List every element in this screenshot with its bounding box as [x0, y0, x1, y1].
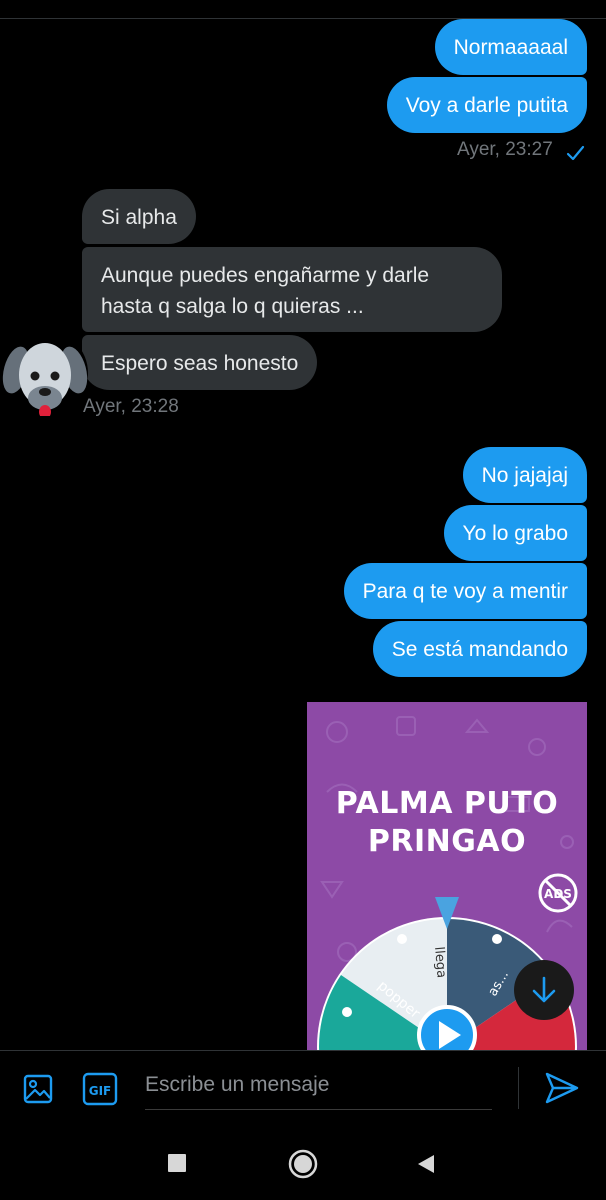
composer-divider — [518, 1067, 519, 1109]
message-line: Aunque puedes engañarme y darle — [101, 264, 430, 287]
message-timestamp: Ayer, 23:27 — [457, 139, 553, 160]
send-icon[interactable] — [544, 1071, 580, 1105]
svg-text:llega: llega — [431, 946, 449, 979]
message-input[interactable]: Escribe un mensaje — [145, 1069, 492, 1110]
outgoing-message[interactable]: Normaaaaal — [434, 19, 587, 75]
media-title-line-1: PALMA PUTO — [335, 786, 559, 821]
scroll-to-bottom-button[interactable] — [514, 960, 574, 1020]
outgoing-message[interactable]: Voy a darle putita — [386, 77, 587, 133]
home-circle-icon[interactable] — [287, 1148, 319, 1180]
recents-square-icon[interactable] — [166, 1152, 188, 1174]
avatar[interactable] — [2, 330, 88, 416]
incoming-message[interactable]: Espero seas honesto — [82, 335, 318, 390]
media-title-line-2: PRINGAO — [367, 824, 527, 859]
message-timestamp: Ayer, 23:28 — [83, 396, 179, 417]
outgoing-message[interactable]: Yo lo grabo — [443, 505, 587, 561]
outgoing-message[interactable]: Para q te voy a mentir — [343, 563, 587, 619]
incoming-message[interactable]: Aunque puedes engañarme y darle hasta q … — [82, 247, 502, 332]
image-icon[interactable] — [22, 1073, 54, 1105]
arrow-down-icon — [532, 976, 556, 1003]
message-composer: GIF Escribe un mensaje — [0, 1050, 606, 1141]
gif-button[interactable]: GIF — [82, 1072, 118, 1106]
message-line: hasta q salga lo q quieras ... — [101, 295, 364, 318]
system-navigation-bar — [0, 1140, 606, 1200]
svg-text:GIF: GIF — [89, 1084, 112, 1098]
incoming-message[interactable]: Si alpha — [82, 189, 196, 244]
message-input-placeholder: Escribe un mensaje — [145, 1073, 330, 1096]
back-triangle-icon[interactable] — [414, 1152, 438, 1176]
sent-check-icon — [566, 145, 585, 161]
outgoing-message[interactable]: No jajajaj — [462, 447, 587, 503]
outgoing-message[interactable]: Se está mandando — [372, 621, 587, 677]
